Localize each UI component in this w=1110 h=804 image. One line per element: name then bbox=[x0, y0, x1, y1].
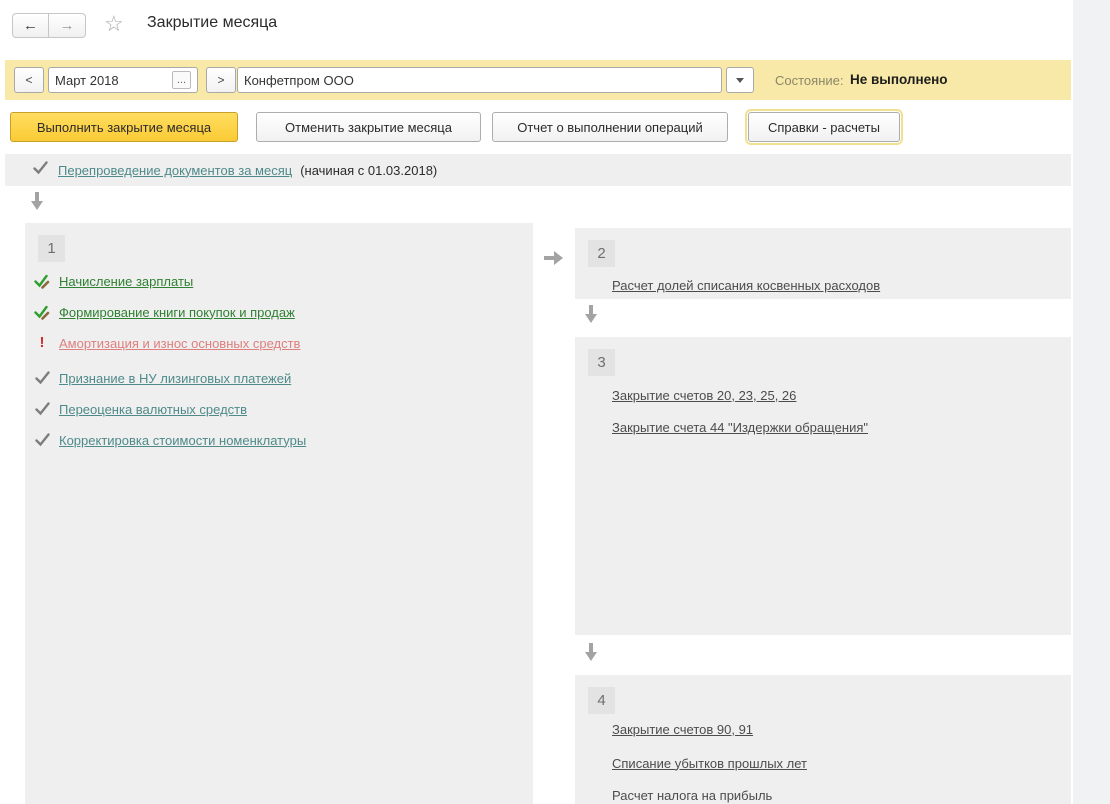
next-month-button[interactable]: > bbox=[206, 67, 236, 93]
period-field[interactable]: Март 2018 ... bbox=[48, 67, 198, 93]
status-label: Состояние: bbox=[775, 73, 843, 88]
month-closing-window: ← → ☆ Закрытие месяца < Март 2018 ... > … bbox=[0, 0, 1110, 804]
group-3-number: 3 bbox=[588, 349, 615, 376]
operation-row: Списание убытков прошлых лет bbox=[612, 753, 807, 773]
group-1-number: 1 bbox=[38, 235, 65, 262]
operation-row: Закрытие счета 44 "Издержки обращения" bbox=[612, 417, 868, 437]
operation-link[interactable]: Переоценка валютных средств bbox=[59, 402, 247, 417]
organization-field[interactable]: Конфетпром ООО bbox=[237, 67, 722, 93]
group-2-block: 2 Расчет долей списания косвенных расход… bbox=[575, 228, 1071, 299]
reposting-link[interactable]: Перепроведение документов за месяц bbox=[58, 163, 292, 178]
arrow-down-icon bbox=[584, 305, 598, 323]
organization-value: Конфетпром ООО bbox=[244, 73, 354, 88]
previous-month-button[interactable]: < bbox=[14, 67, 44, 93]
operation-link[interactable]: Списание убытков прошлых лет bbox=[612, 756, 807, 771]
check-icon bbox=[33, 161, 48, 180]
favorite-star-icon[interactable]: ☆ bbox=[104, 11, 124, 37]
forward-button[interactable]: → bbox=[49, 13, 86, 38]
operation-link[interactable]: Формирование книги покупок и продаж bbox=[59, 305, 295, 320]
execute-closing-button[interactable]: Выполнить закрытие месяца bbox=[10, 112, 238, 142]
operation-link[interactable]: Закрытие счета 44 "Издержки обращения" bbox=[612, 420, 868, 435]
group-4-number: 4 bbox=[588, 687, 615, 714]
check-pencil-icon bbox=[33, 305, 51, 320]
operations-report-button[interactable]: Отчет о выполнении операций bbox=[492, 112, 728, 142]
operation-link[interactable]: Амортизация и износ основных средств bbox=[59, 336, 300, 351]
page-title: Закрытие месяца bbox=[147, 14, 277, 32]
check-icon bbox=[33, 402, 51, 416]
operation-row: Закрытие счетов 90, 91 bbox=[612, 719, 753, 739]
check-icon bbox=[33, 433, 51, 447]
operation-row: Формирование книги покупок и продаж bbox=[33, 302, 295, 322]
reposting-note: (начиная с 01.03.2018) bbox=[300, 163, 437, 178]
chevron-down-icon bbox=[736, 78, 744, 83]
operation-row: Расчет долей списания косвенных расходов bbox=[612, 275, 880, 295]
operation-row: Корректировка стоимости номенклатуры bbox=[33, 430, 306, 450]
arrow-down-icon bbox=[584, 643, 598, 661]
arrow-right-icon bbox=[544, 251, 563, 265]
group-3-block: 3 Закрытие счетов 20, 23, 25, 26 Закрыти… bbox=[575, 337, 1071, 635]
references-calculations-button[interactable]: Справки - расчеты bbox=[748, 112, 900, 142]
operation-link[interactable]: Корректировка стоимости номенклатуры bbox=[59, 433, 306, 448]
reposting-row: Перепроведение документов за месяц (начи… bbox=[5, 154, 1071, 186]
arrow-down-icon bbox=[30, 192, 44, 210]
operation-link[interactable]: Расчет долей списания косвенных расходов bbox=[612, 278, 880, 293]
operation-row: Начисление зарплаты bbox=[33, 271, 193, 291]
operation-row: Закрытие счетов 20, 23, 25, 26 bbox=[612, 385, 796, 405]
status-value: Не выполнено bbox=[850, 72, 948, 87]
operation-row: ! Амортизация и износ основных средств bbox=[33, 333, 300, 353]
check-pencil-icon bbox=[33, 274, 51, 289]
error-exclamation-icon: ! bbox=[33, 336, 51, 350]
group-4-block: 4 Закрытие счетов 90, 91 Списание убытко… bbox=[575, 675, 1071, 804]
period-choose-button[interactable]: ... bbox=[172, 71, 191, 89]
check-icon bbox=[33, 371, 51, 385]
history-nav: ← → bbox=[12, 13, 86, 38]
organization-dropdown-button[interactable] bbox=[726, 67, 754, 93]
operation-link[interactable]: Закрытие счетов 90, 91 bbox=[612, 722, 753, 737]
operation-link[interactable]: Начисление зарплаты bbox=[59, 274, 193, 289]
cancel-closing-button[interactable]: Отменить закрытие месяца bbox=[256, 112, 481, 142]
operation-row: Переоценка валютных средств bbox=[33, 399, 247, 419]
operation-row: Расчет налога на прибыль bbox=[612, 785, 772, 804]
operation-link[interactable]: Признание в НУ лизинговых платежей bbox=[59, 371, 291, 386]
operation-link[interactable]: Расчет налога на прибыль bbox=[612, 788, 772, 803]
period-value: Март 2018 bbox=[55, 73, 172, 88]
operation-link[interactable]: Закрытие счетов 20, 23, 25, 26 bbox=[612, 388, 796, 403]
back-button[interactable]: ← bbox=[12, 13, 49, 38]
group-1-block: 1 Начисление зарплаты Формирование книги… bbox=[25, 223, 533, 804]
operation-row: Признание в НУ лизинговых платежей bbox=[33, 368, 291, 388]
group-2-number: 2 bbox=[588, 240, 615, 267]
window-right-strip bbox=[1073, 0, 1110, 804]
period-bar: < Март 2018 ... > Конфетпром ООО Состоян… bbox=[5, 60, 1071, 100]
